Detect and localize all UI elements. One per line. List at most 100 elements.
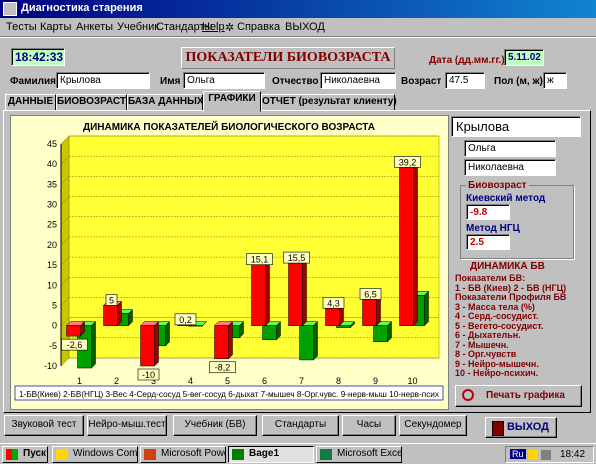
dynamics-line: Показатели БВ: [455,273,526,283]
tab-database[interactable]: БАЗА ДАННЫХ [127,94,204,111]
y-tick-label: 0 [52,321,57,331]
age-label: Возраст [401,76,442,87]
chart-area: ДИНАМИКА ПОКАЗАТЕЛЕЙ БИОЛОГИЧЕСКОГО ВОЗР… [10,115,449,410]
tab-data[interactable]: ДАННЫЕ [5,94,56,111]
task-excel[interactable]: Microsoft Excel - ... [316,446,402,463]
y-tick-label: 5 [52,300,57,310]
green-bar [299,325,314,361]
task-label-2: Microsoft Power... [161,448,225,459]
standards-button[interactable]: Стандарты [262,415,339,436]
red-bar-side [265,260,270,327]
clock-button[interactable]: Часы [342,415,396,436]
dynamics-line: 6 - Дыхательн. [455,330,521,340]
x-tick-label: 1 [77,376,82,386]
side-name: Ольга [464,140,556,157]
task-label-3: Bage1 [249,448,280,459]
task-powerpoint[interactable]: Microsoft Power... [140,446,226,463]
speaker-icon[interactable] [541,450,551,460]
side-surname: Крылова [451,116,581,137]
kiev-method-label: Киевский метод [466,193,546,204]
x-tick-label: 8 [336,376,341,386]
task-bage1[interactable]: Bage1 [228,446,314,463]
name-field[interactable]: Ольга [183,72,265,89]
y-tick-label: 40 [47,159,57,169]
data-label: 39,2 [399,157,417,167]
ngc-method-value: 2.5 [466,234,510,250]
tab-bioage[interactable]: БИОВОЗРАСТ [56,94,127,111]
y-tick-label: 25 [47,220,57,230]
start-label: Пуск [23,448,47,459]
x-tick-label: 6 [262,376,267,386]
menu-surveys[interactable]: Анкеты [76,21,113,33]
bioage-chart: ДИНАМИКА ПОКАЗАТЕЛЕЙ БИОЛОГИЧЕСКОГО ВОЗР… [14,120,444,401]
red-bar [251,264,266,326]
red-bar [325,308,340,326]
start-button[interactable]: Пуск [2,446,48,463]
green-bar-side [165,321,170,347]
ngc-method-label: Метод НГЦ [466,223,520,234]
red-bar [103,305,118,326]
red-bar [140,325,155,367]
app-icon-small [232,449,244,460]
red-bar [66,325,81,337]
tab-charts[interactable]: ГРАФИКИ [203,91,261,112]
surname-field[interactable]: Крылова [56,72,150,89]
sound-test-button[interactable]: Звуковой тест [4,415,84,436]
dynamics-line: 8 - Орг.чувств [455,349,517,359]
green-bar [336,325,351,328]
y-tick-label: 20 [47,240,57,250]
data-label: 4,3 [327,298,340,308]
side-patronymic: Николаевна [464,159,556,176]
menu-exit[interactable]: ВЫХОД [285,21,325,33]
app-window: Диагностика старения Тесты Карты Анкеты … [0,0,596,464]
tray-icon[interactable] [528,450,538,460]
menu-divider [0,36,596,38]
stopwatch-button[interactable]: Секундомер [399,415,467,436]
bioage-title: Биовозраст [466,180,529,191]
date-label: Дата (дд.мм.гг.) [429,55,505,66]
title-bar[interactable]: Диагностика старения [0,0,596,18]
menu-tests[interactable]: Тесты [6,21,37,33]
y-tick-label: -10 [44,361,57,371]
red-bar-side [154,321,159,367]
dynamics-line: 7 - Мышечн. [455,339,509,350]
exit-button[interactable]: ВЫХОД [485,417,557,438]
menu-cards[interactable]: Карты [40,21,71,33]
patronymic-field[interactable]: Николаевна [320,72,396,89]
red-bar [214,325,229,359]
red-bar [399,167,414,326]
tab-report[interactable]: ОТЧЕТ (результат клиенту) [261,94,397,111]
task-windows-commander[interactable]: Windows Comm... [52,446,138,463]
sex-field[interactable]: ж [543,72,567,89]
taskbar: Пуск Windows Comm... Microsoft Power... … [0,443,596,464]
red-bar-side [228,321,233,360]
red-bar-side [376,294,381,327]
dynamics-title: ДИНАМИКА БВ [470,261,545,272]
menu-help[interactable]: Help [202,21,225,33]
menu-textbook[interactable]: Учебник [117,21,159,33]
data-label: 0,2 [179,315,192,325]
data-label: 5 [109,295,114,305]
dynamics-line: 3 - Масса тела (%) [455,301,535,312]
age-field[interactable]: 47.5 [445,72,485,89]
menu-reference[interactable]: Справка [237,21,280,33]
red-bar [288,262,303,326]
y-tick-label: 15 [47,260,57,270]
green-bar [262,325,277,341]
taskbar-clock: 18:42 [560,449,586,460]
y-tick-label: 30 [47,200,57,210]
lang-indicator[interactable]: Ru [510,449,526,459]
no-icon [462,389,474,401]
data-label: 15,1 [251,255,269,265]
neuromuscular-test-button[interactable]: Нейро-мыш.тест [87,415,167,436]
excel-icon [320,449,332,460]
data-label: 15,5 [288,253,306,263]
x-tick-label: 10 [407,376,417,386]
door-icon [492,421,504,436]
date-field[interactable]: 5.11.02 [504,49,544,66]
green-bar-side [424,290,429,327]
print-chart-button[interactable]: Печать графика [455,385,582,407]
data-label: 6,5 [364,289,377,299]
textbook-button[interactable]: Учебник (БВ) [173,415,257,436]
exit-button-label: ВЫХОД [506,421,549,433]
